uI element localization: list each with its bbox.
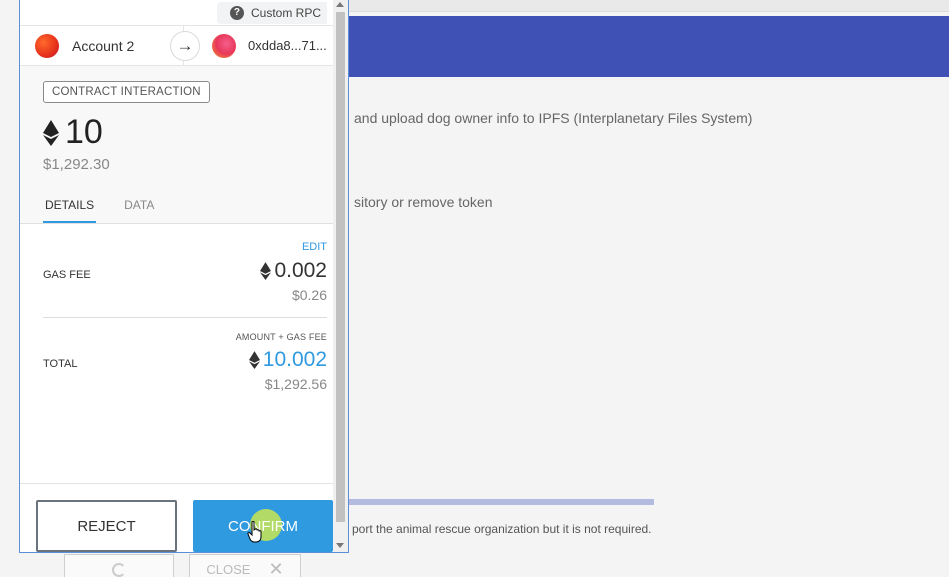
gas-fee-row: GAS FEE 0.002 $0.26 [43, 259, 327, 303]
confirm-button-label: CONFIRM [228, 517, 298, 535]
spinner-icon [112, 562, 126, 577]
dapp-close-button[interactable]: CLOSE ✕ [189, 554, 301, 577]
question-icon: ? [229, 5, 244, 20]
amount-fiat: $1,292.30 [43, 156, 110, 173]
transaction-amount: 10 [43, 113, 310, 152]
gas-fee-eth: 0.002 [260, 259, 327, 283]
dapp-note-text: port the animal rescue organization but … [352, 522, 652, 536]
scroll-up-icon[interactable] [336, 2, 344, 7]
transaction-summary: CONTRACT INTERACTION 10 $1,292.30 DETAIL… [20, 66, 333, 224]
total-fiat: $1,292.56 [264, 376, 327, 392]
hand-pointer-icon [247, 521, 262, 543]
amount-value: 10 [65, 113, 103, 151]
total-row: TOTAL 10.002 $1,292.56 [43, 348, 327, 392]
dapp-progress-bar [349, 499, 654, 505]
transaction-action-badge: CONTRACT INTERACTION [43, 81, 210, 103]
dapp-description-line: and upload dog owner info to IPFS (Inter… [354, 110, 753, 126]
popup-footer: REJECT CONFIRM [20, 483, 333, 552]
total-eth: 10.002 [248, 348, 327, 372]
sender-account-name: Account 2 [72, 37, 135, 54]
network-selector[interactable]: ? Custom RPC [216, 1, 327, 24]
popup-content: ? Custom RPC Account 2 → 0xdda8...71... … [20, 0, 333, 552]
total-values: 10.002 $1,292.56 [248, 348, 327, 392]
dapp-description-line: sitory or remove token [354, 194, 493, 210]
gas-fee-eth-value: 0.002 [274, 259, 327, 282]
metamask-confirm-popup: ? Custom RPC Account 2 → 0xdda8...71... … [19, 0, 349, 553]
popup-scrollbar[interactable] [333, 0, 348, 552]
tab-bar: DETAILS DATA [43, 198, 156, 223]
total-label: TOTAL [43, 358, 78, 370]
scrollbar-thumb[interactable] [336, 12, 345, 522]
dapp-header-bar [349, 16, 949, 77]
sender-account[interactable]: Account 2 [20, 26, 184, 65]
network-name: Custom RPC [250, 5, 321, 20]
close-button-label: CLOSE [206, 562, 251, 577]
gas-fee-label: GAS FEE [43, 269, 91, 281]
ethereum-icon [43, 119, 59, 146]
ethereum-icon [260, 262, 272, 280]
tab-data[interactable]: DATA [122, 198, 156, 223]
tab-details[interactable]: DETAILS [43, 198, 97, 223]
network-row: ? Custom RPC [20, 0, 333, 25]
gas-fee-fiat: $0.26 [291, 287, 327, 303]
total-heading: AMOUNT + GAS FEE [235, 332, 327, 342]
recipient-address: 0xdda8...71... [248, 38, 327, 53]
arrow-right-icon: → [170, 31, 200, 61]
edit-gas-link[interactable]: EDIT [43, 241, 327, 253]
total-eth-value: 10.002 [262, 348, 327, 371]
details-panel: EDIT GAS FEE 0.002 $0.26 AMOUNT + GAS FE… [20, 241, 333, 392]
close-icon: ✕ [268, 559, 284, 577]
account-avatar [35, 33, 59, 58]
dapp-loading-button[interactable] [64, 554, 174, 577]
reject-button[interactable]: REJECT [36, 500, 177, 552]
gas-fee-values: 0.002 $0.26 [260, 259, 327, 303]
sender-recipient-row: Account 2 → 0xdda8...71... [20, 25, 333, 66]
recipient-account[interactable]: 0xdda8...71... [184, 33, 333, 58]
recipient-avatar [212, 33, 236, 58]
divider [43, 317, 327, 318]
ethereum-icon [248, 351, 260, 369]
scroll-down-icon[interactable] [336, 543, 344, 548]
confirm-button[interactable]: CONFIRM [193, 500, 333, 552]
browser-top-strip [349, 0, 949, 12]
